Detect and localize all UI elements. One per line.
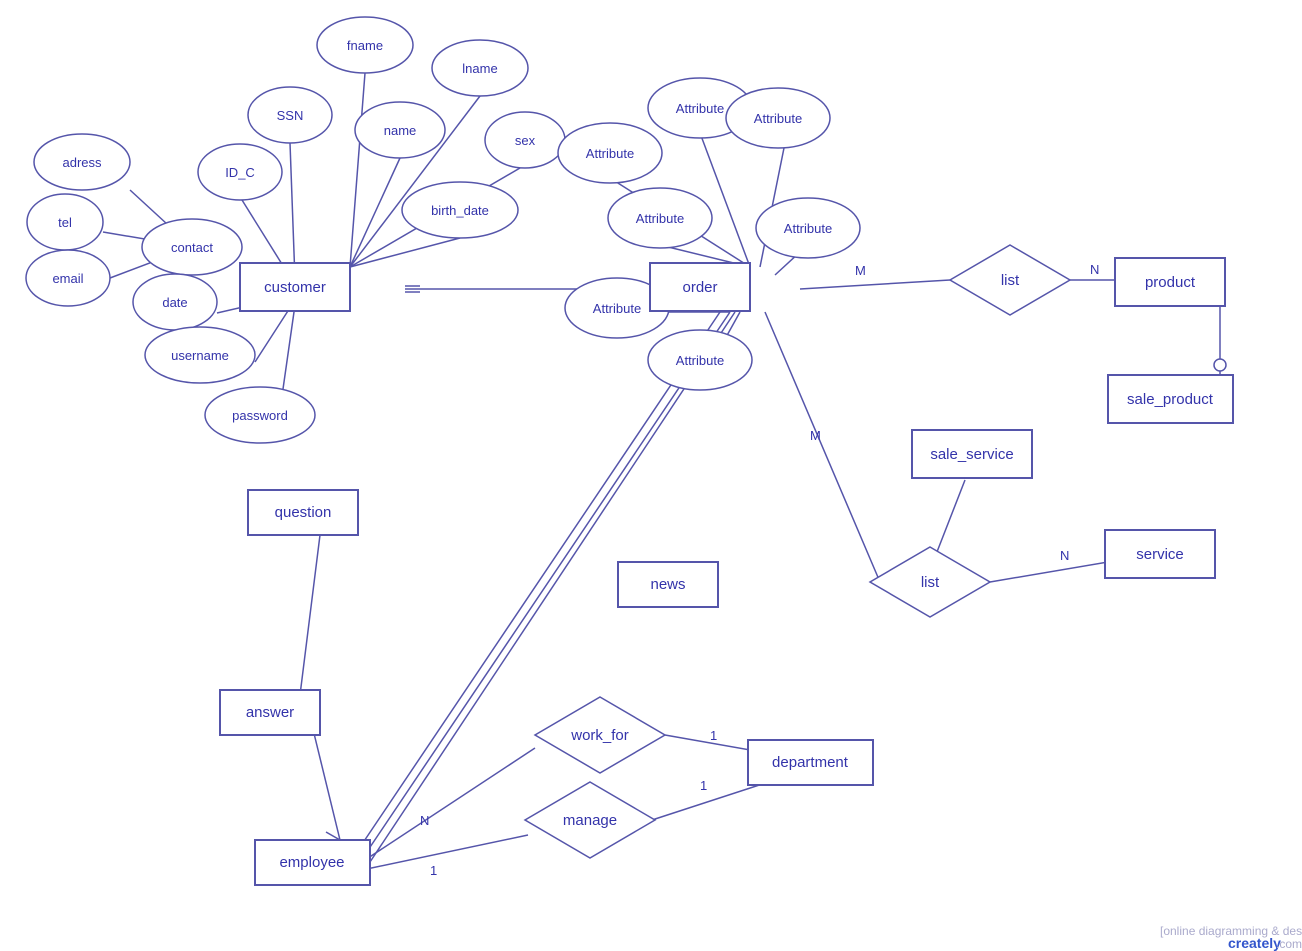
entity-product-label: product: [1145, 274, 1196, 291]
watermark-suffix: .com: [1276, 937, 1302, 951]
line-order-attr3: [700, 133, 750, 267]
attr-ssn-label: SSN: [277, 108, 304, 123]
attr-order-7-label: Attribute: [676, 353, 724, 368]
card-employee-manage: 1: [430, 863, 437, 878]
card-list-product: N: [1090, 262, 1099, 277]
line-listservice-saleservice: [935, 480, 965, 557]
line-customer-ssn: [290, 143, 295, 280]
attr-tel-label: tel: [58, 215, 72, 230]
attr-sex-label: sex: [515, 133, 536, 148]
entity-customer-label: customer: [264, 279, 326, 296]
attr-password-label: password: [232, 408, 288, 423]
attr-lname-label: lname: [462, 61, 497, 76]
attr-order-1-label: Attribute: [586, 146, 634, 161]
attr-email-label: email: [52, 271, 83, 286]
card-manage-dept: 1: [700, 778, 707, 793]
attr-adress-label: adress: [62, 155, 102, 170]
attr-fname-label: fname: [347, 38, 383, 53]
line-question-answer: [300, 535, 320, 695]
entity-answer-label: answer: [246, 704, 294, 721]
card-listservice-service: N: [1060, 548, 1069, 563]
diamond-work-for-label: work_for: [570, 727, 629, 744]
attr-order-3-label: Attribute: [676, 101, 724, 116]
diamond-list-product-label: list: [1001, 272, 1020, 289]
attr-order-2-label: Attribute: [636, 211, 684, 226]
attr-idc-label: ID_C: [225, 165, 255, 180]
entity-question-label: question: [275, 504, 332, 521]
attr-birth-date-label: birth_date: [431, 203, 489, 218]
entity-news-label: news: [650, 576, 685, 593]
entity-department-label: department: [772, 754, 849, 771]
attr-order-4-label: Attribute: [754, 111, 802, 126]
line-customer-birth: [350, 238, 460, 267]
card-workfor-dept: 1: [710, 728, 717, 743]
entity-sale-service-label: sale_service: [930, 446, 1013, 463]
card-order-list: M: [855, 263, 866, 278]
line-order-list: [800, 280, 950, 289]
card-order-listservice: M: [810, 428, 821, 443]
diamond-manage-label: manage: [563, 812, 617, 829]
er-diagram: M N M N N 1 1 1 fname lname name sex: [0, 0, 1302, 951]
attr-date-label: date: [162, 295, 187, 310]
partial-circle: [1214, 359, 1226, 371]
entity-employee-label: employee: [279, 854, 344, 871]
attr-username-label: username: [171, 348, 229, 363]
line-order-listservice: [765, 312, 880, 582]
card-employee-workfor: N: [420, 813, 429, 828]
entity-order-label: order: [682, 279, 717, 296]
line-employee-manage: [362, 835, 528, 870]
attr-order-5-label: Attribute: [784, 221, 832, 236]
entity-service-label: service: [1136, 546, 1184, 563]
attr-name-label: name: [384, 123, 417, 138]
attr-contact-label: contact: [171, 240, 213, 255]
diamond-list-service-label: list: [921, 574, 940, 591]
attr-order-6-label: Attribute: [593, 301, 641, 316]
entity-sale-product-label: sale_product: [1127, 391, 1214, 408]
watermark-brand: creately: [1228, 935, 1281, 951]
